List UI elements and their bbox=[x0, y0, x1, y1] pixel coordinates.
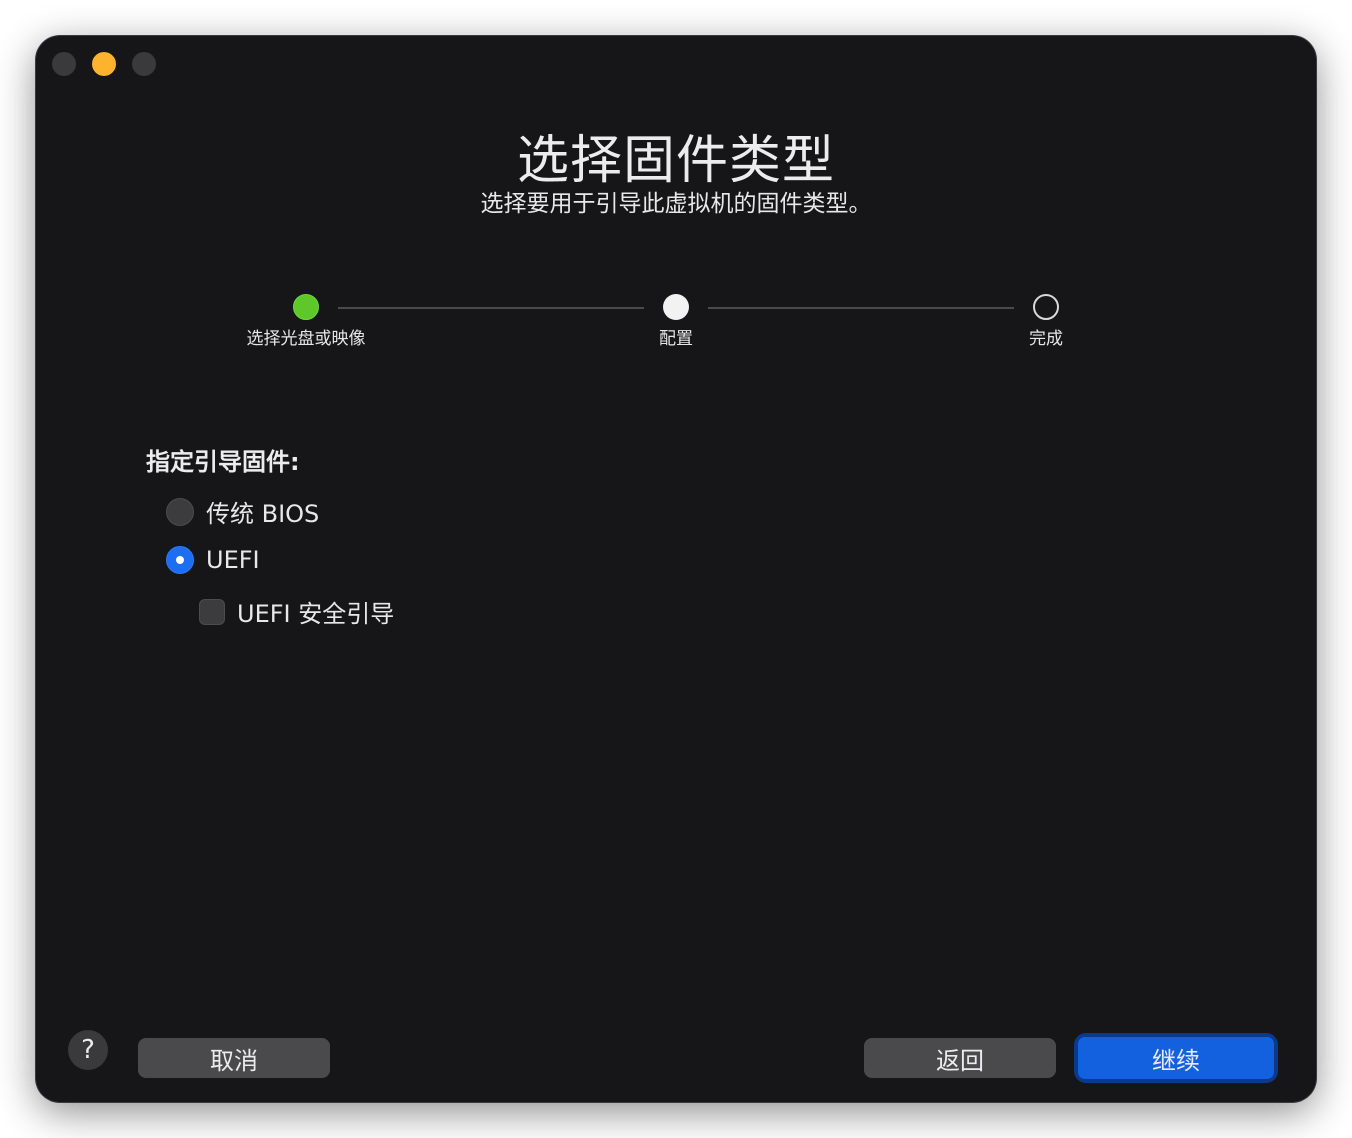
step-label-configure: 配置 bbox=[659, 329, 693, 349]
page-title: 选择固件类型 bbox=[516, 131, 835, 191]
legacy-bios-radio[interactable] bbox=[166, 497, 194, 526]
wizard-window: 选择固件类型 选择要用于引导此虚拟机的固件类型。 选择光盘或映像 配置 完成 指… bbox=[36, 36, 1316, 1102]
step-3-pending-indicator bbox=[1033, 294, 1059, 320]
step-connector bbox=[708, 307, 1014, 309]
uefi-radio[interactable] bbox=[166, 546, 194, 574]
help-button[interactable]: ? bbox=[68, 1030, 108, 1070]
window-controls bbox=[52, 52, 156, 76]
zoom-window-button[interactable] bbox=[132, 52, 156, 76]
step-2-current-indicator bbox=[663, 294, 689, 320]
continue-button[interactable]: 继续 bbox=[1074, 1033, 1278, 1083]
step-1-done-indicator bbox=[293, 294, 319, 320]
step-connector bbox=[338, 307, 644, 309]
cancel-button[interactable]: 取消 bbox=[138, 1038, 330, 1078]
legacy-bios-option[interactable]: 传统 BIOS bbox=[166, 494, 319, 529]
continue-button-label: 继续 bbox=[1078, 1037, 1274, 1079]
close-window-button[interactable] bbox=[52, 52, 76, 76]
step-label-select-disc: 选择光盘或映像 bbox=[246, 329, 366, 349]
uefi-label: UEFI bbox=[206, 546, 260, 574]
firmware-section-label: 指定引导固件: bbox=[146, 448, 300, 476]
uefi-secure-boot-label: UEFI 安全引导 bbox=[237, 600, 395, 628]
uefi-secure-boot-checkbox[interactable] bbox=[199, 598, 225, 625]
uefi-option[interactable]: UEFI bbox=[166, 546, 260, 574]
step-label-finish: 完成 bbox=[1029, 329, 1063, 349]
back-button[interactable]: 返回 bbox=[864, 1038, 1056, 1078]
uefi-secure-boot-option[interactable]: UEFI 安全引导 bbox=[199, 594, 394, 629]
page-subtitle: 选择要用于引导此虚拟机的固件类型。 bbox=[480, 191, 872, 217]
minimize-window-button[interactable] bbox=[92, 52, 116, 76]
legacy-bios-label: 传统 BIOS bbox=[206, 500, 320, 528]
